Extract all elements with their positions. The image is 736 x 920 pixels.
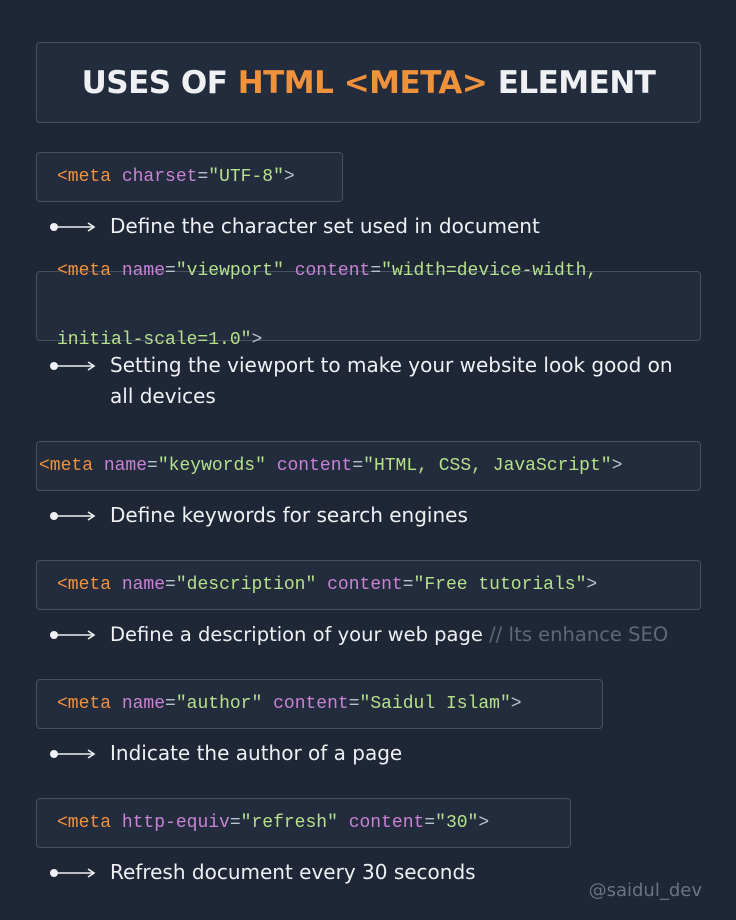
code-line: <meta name="viewport" content="width=dev…: [57, 260, 597, 283]
code-token-sp: [111, 694, 122, 714]
code-token-sp: [93, 456, 104, 476]
code-token-sp: [266, 456, 277, 476]
code-token-eq: =: [424, 812, 436, 833]
arrow-right-icon: [50, 857, 110, 888]
code-token-str: "description": [175, 574, 317, 595]
title-accent: HTML <META>: [237, 64, 488, 101]
code-snippet-author: <meta name="author" content="Saidul Isla…: [36, 679, 603, 729]
arrow-right-icon: [50, 500, 110, 531]
title-suffix: ELEMENT: [487, 64, 656, 101]
code-line: <meta name="keywords" content="HTML, CSS…: [39, 455, 622, 478]
code-token-tag: <meta: [57, 574, 112, 595]
code-token-tag: <meta: [57, 166, 112, 187]
code-line: <meta charset="UTF-8">: [57, 166, 295, 189]
code-token-str: "keywords": [157, 455, 266, 476]
code-snippet-refresh: <meta http-equiv="refresh" content="30">: [36, 798, 571, 848]
list-item-author: Indicate the author of a page: [50, 738, 710, 769]
code-token-attr: content: [327, 574, 403, 595]
code-token-br: >: [251, 330, 263, 350]
code-token-sp: [111, 813, 122, 833]
code-token-br: >: [611, 455, 623, 476]
arrow-right-icon: [50, 619, 110, 650]
code-snippet-keywords: <meta name="keywords" content="HTML, CSS…: [36, 441, 701, 491]
code-token-str: "HTML, CSS, JavaScript": [363, 455, 612, 476]
code-token-sp: [338, 813, 349, 833]
code-token-eq: =: [229, 812, 241, 833]
code-token-attr: name: [103, 455, 148, 476]
code-line: <meta http-equiv="refresh" content="30">: [57, 812, 489, 835]
code-token-eq: =: [165, 574, 176, 595]
code-snippet-viewport: <meta name="viewport" content="width=dev…: [36, 261, 701, 350]
code-token-str: "Saidul Islam": [359, 693, 511, 714]
code-token-eq: =: [370, 261, 382, 281]
code-token-attr: name: [121, 574, 166, 595]
code-token-attr: content: [348, 812, 425, 833]
code-token-str: "viewport": [175, 261, 284, 281]
code-token-str: "author": [175, 693, 263, 714]
code-line: initial-scale=1.0">: [57, 329, 597, 352]
author-handle: @saidul_dev: [588, 880, 702, 901]
code-token-tag: <meta: [57, 261, 112, 281]
code-token-str: initial-scale=1.0": [57, 330, 252, 350]
code-token-str: "UTF-8": [208, 166, 284, 187]
list-item-keywords: Define keywords for search engines: [50, 500, 710, 531]
code-token-str: "width=device-width,: [381, 261, 598, 281]
code-token-sp: [316, 575, 327, 595]
code-token-tag: <meta: [57, 812, 112, 833]
description-text: Define keywords for search engines: [110, 503, 468, 527]
description-line: Define a description of your web page //…: [110, 619, 710, 650]
arrow-right-icon: [50, 350, 110, 381]
title-prefix: USES OF: [81, 64, 238, 101]
code-token-attr: name: [121, 693, 166, 714]
code-token-sp: [111, 261, 122, 281]
code-token-attr: name: [121, 261, 166, 281]
code-token-eq: =: [352, 455, 364, 476]
code-token-br: >: [478, 812, 490, 833]
seo-note: // Its enhance SEO: [489, 623, 669, 646]
description-text: Setting the viewport to make your websit…: [110, 353, 673, 408]
page-title: USES OF HTML <META> ELEMENT: [36, 42, 701, 123]
code-token-eq: =: [197, 166, 209, 187]
code-token-attr: http-equiv: [121, 812, 230, 833]
list-item-viewport: Setting the viewport to make your websit…: [50, 350, 700, 412]
code-token-attr: content: [273, 693, 349, 714]
code-token-str: "30": [435, 812, 479, 833]
code-token-eq: =: [348, 693, 360, 714]
code-token-attr: charset: [121, 166, 198, 187]
code-token-eq: =: [165, 693, 176, 714]
code-snippet-charset: <meta charset="UTF-8">: [36, 152, 343, 202]
code-token-eq: =: [165, 261, 176, 281]
code-token-eq: =: [402, 574, 414, 595]
code-token-sp: [111, 167, 122, 187]
description-text: Indicate the author of a page: [110, 741, 403, 765]
code-snippet-description: <meta name="description" content="Free t…: [36, 560, 701, 610]
code-token-sp: [111, 575, 122, 595]
code-token-str: "refresh": [240, 812, 338, 833]
code-token-br: >: [283, 166, 295, 187]
code-line: <meta name="author" content="Saidul Isla…: [57, 693, 522, 716]
description-text: Define a description of your web page: [110, 623, 490, 646]
code-token-br: >: [586, 574, 598, 595]
code-line: <meta name="description" content="Free t…: [57, 574, 597, 597]
code-token-br: >: [510, 693, 522, 714]
code-token-sp: [284, 261, 295, 281]
code-token-attr: content: [294, 261, 371, 281]
code-token-tag: <meta: [57, 693, 112, 714]
code-token-attr: content: [276, 455, 353, 476]
code-token-str: "Free tutorials": [413, 574, 587, 595]
arrow-right-icon: [50, 738, 110, 769]
code-token-eq: =: [147, 455, 158, 476]
code-token-tag: <meta: [39, 455, 94, 476]
code-token-sp: [262, 694, 273, 714]
list-item-description: Define a description of your web page //…: [50, 619, 710, 650]
